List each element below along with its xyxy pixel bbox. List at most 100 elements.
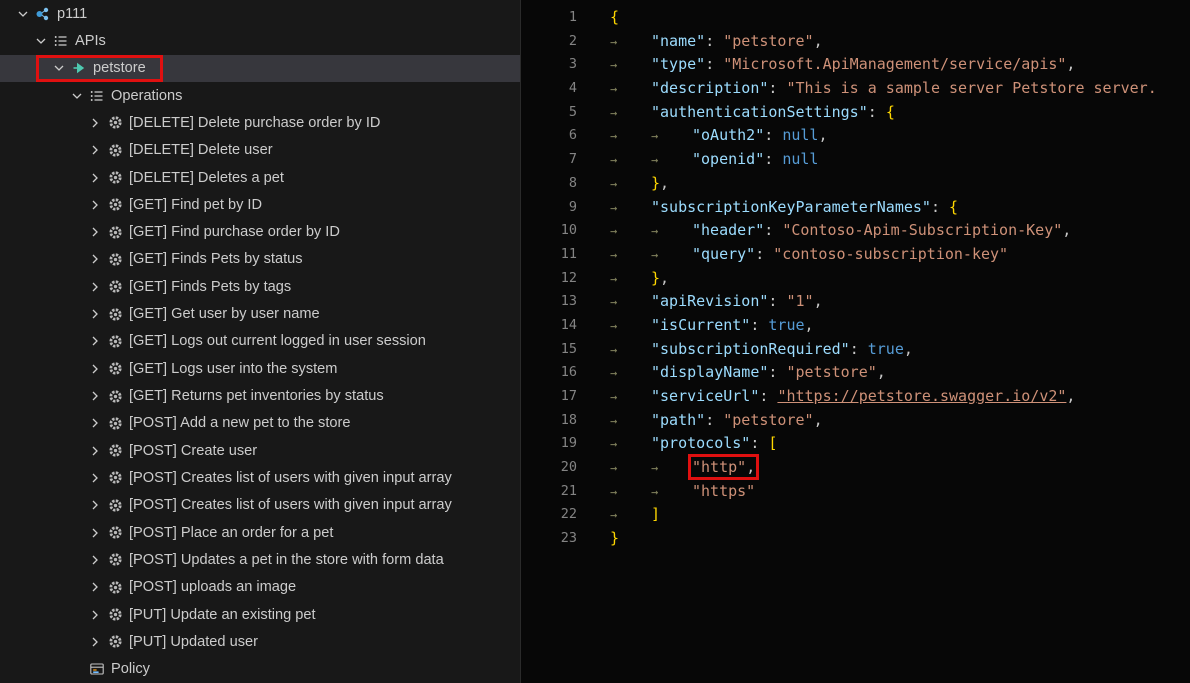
code-line-21[interactable]: 21→→"https" xyxy=(521,480,1190,504)
code-line-22[interactable]: 22→] xyxy=(521,503,1190,527)
tree-item-put-updated-user[interactable]: [PUT] Updated user xyxy=(0,628,520,655)
code-line-3[interactable]: 3→"type": "Microsoft.ApiManagement/servi… xyxy=(521,53,1190,77)
code-line-14[interactable]: 14→"isCurrent": true, xyxy=(521,314,1190,338)
service-url-link[interactable]: "https://petstore.swagger.io/v2" xyxy=(777,387,1066,405)
tree-item-label: petstore xyxy=(93,60,146,76)
chevron-right-icon[interactable] xyxy=(86,496,104,514)
code-line-13[interactable]: 13→"apiRevision": "1", xyxy=(521,290,1190,314)
tree-item-get-find-pet-by-id[interactable]: [GET] Find pet by ID xyxy=(0,191,520,218)
chevron-right-icon[interactable] xyxy=(86,141,104,159)
chevron-down-icon[interactable] xyxy=(14,5,32,23)
tree-item-delete-delete-user[interactable]: [DELETE] Delete user xyxy=(0,137,520,164)
tab-whitespace-icon: → xyxy=(610,197,651,221)
tree-item-operations[interactable]: Operations xyxy=(0,82,520,109)
line-number: 11 xyxy=(521,243,577,267)
code-line-8[interactable]: 8→}, xyxy=(521,172,1190,196)
tree-item-label: Operations xyxy=(111,88,182,104)
chevron-right-icon[interactable] xyxy=(86,278,104,296)
code-token: , xyxy=(814,411,823,429)
tree-item-label: [POST] Add a new pet to the store xyxy=(129,415,350,431)
tree-item-delete-delete-purchase-order-by-id[interactable]: [DELETE] Delete purchase order by ID xyxy=(0,109,520,136)
tree-item-apis[interactable]: APIs xyxy=(0,27,520,54)
chevron-right-icon[interactable] xyxy=(86,196,104,214)
code-line-16[interactable]: 16→"displayName": "petstore", xyxy=(521,361,1190,385)
chevron-down-icon[interactable] xyxy=(32,32,50,50)
tree-item-content: [POST] Creates list of users with given … xyxy=(86,492,452,519)
chevron-right-icon[interactable] xyxy=(86,387,104,405)
chevron-right-icon[interactable] xyxy=(86,305,104,323)
chevron-right-icon[interactable] xyxy=(86,414,104,432)
chevron-down-icon[interactable] xyxy=(68,87,86,105)
code-line-17[interactable]: 17→"serviceUrl": "https://petstore.swagg… xyxy=(521,385,1190,409)
code-line-12[interactable]: 12→}, xyxy=(521,267,1190,291)
code-line-7[interactable]: 7→→"openid": null xyxy=(521,148,1190,172)
chevron-right-icon[interactable] xyxy=(86,250,104,268)
code-token: , xyxy=(814,32,823,50)
code-line-18[interactable]: 18→"path": "petstore", xyxy=(521,409,1190,433)
tree-item-put-update-an-existing-pet[interactable]: [PUT] Update an existing pet xyxy=(0,601,520,628)
code-line-23[interactable]: 23} xyxy=(521,527,1190,551)
chevron-right-icon[interactable] xyxy=(86,114,104,132)
tree-item-policy[interactable]: Policy xyxy=(0,656,520,683)
tree-item-get-returns-pet-inventories-by-status[interactable]: [GET] Returns pet inventories by status xyxy=(0,382,520,409)
tree-item-post-create-user[interactable]: [POST] Create user xyxy=(0,437,520,464)
code-line-4[interactable]: 4→"description": "This is a sample serve… xyxy=(521,77,1190,101)
chevron-right-icon[interactable] xyxy=(86,551,104,569)
chevron-right-icon[interactable] xyxy=(86,169,104,187)
code-token: "query" xyxy=(692,245,755,263)
tree-item-post-add-a-new-pet-to-the-store[interactable]: [POST] Add a new pet to the store xyxy=(0,410,520,437)
tree-item-post-place-an-order-for-a-pet[interactable]: [POST] Place an order for a pet xyxy=(0,519,520,546)
chevron-right-icon[interactable] xyxy=(86,223,104,241)
list-icon xyxy=(88,87,106,105)
line-content: →}, xyxy=(577,267,669,291)
chevron-right-icon[interactable] xyxy=(86,360,104,378)
json-editor-pane[interactable]: 1{2→"name": "petstore",3→"type": "Micros… xyxy=(520,0,1190,683)
chevron-down-icon[interactable] xyxy=(50,59,68,77)
tab-whitespace-icon: → xyxy=(610,339,651,363)
tree-item-get-get-user-by-user-name[interactable]: [GET] Get user by user name xyxy=(0,300,520,327)
tree-item-post-updates-a-pet-in-the-store-with-form-data[interactable]: [POST] Updates a pet in the store with f… xyxy=(0,546,520,573)
code-token: null xyxy=(782,126,818,144)
code-line-2[interactable]: 2→"name": "petstore", xyxy=(521,30,1190,54)
chevron-right-icon[interactable] xyxy=(86,578,104,596)
code-line-10[interactable]: 10→→"header": "Contoso-Apim-Subscription… xyxy=(521,219,1190,243)
chevron-right-icon[interactable] xyxy=(86,633,104,651)
tree-item-content: Operations xyxy=(68,82,182,109)
tree-item-post-creates-list-of-users-with-given-input-array[interactable]: [POST] Creates list of users with given … xyxy=(0,464,520,491)
tree-item-petstore[interactable]: petstore xyxy=(0,55,520,82)
tab-whitespace-icon: → xyxy=(610,125,651,149)
code-line-5[interactable]: 5→"authenticationSettings": { xyxy=(521,101,1190,125)
policy-icon xyxy=(88,660,106,678)
tree-item-get-logs-out-current-logged-in-user-session[interactable]: [GET] Logs out current logged in user se… xyxy=(0,328,520,355)
chevron-right-icon[interactable] xyxy=(86,469,104,487)
tree-item-label: [GET] Finds Pets by tags xyxy=(129,279,291,295)
code-line-19[interactable]: 19→"protocols": [ xyxy=(521,432,1190,456)
code-line-20[interactable]: 20→→"http", xyxy=(521,456,1190,480)
gear-icon xyxy=(106,606,124,624)
line-content: →→"oAuth2": null, xyxy=(577,124,827,148)
chevron-right-icon[interactable] xyxy=(86,332,104,350)
tree-item-get-find-purchase-order-by-id[interactable]: [GET] Find purchase order by ID xyxy=(0,219,520,246)
code-line-1[interactable]: 1{ xyxy=(521,6,1190,30)
tree-item-label: Policy xyxy=(111,661,150,677)
code-line-11[interactable]: 11→→"query": "contoso-subscription-key" xyxy=(521,243,1190,267)
code-line-15[interactable]: 15→"subscriptionRequired": true, xyxy=(521,338,1190,362)
tree-item-get-finds-pets-by-status[interactable]: [GET] Finds Pets by status xyxy=(0,246,520,273)
tree-item-post-creates-list-of-users-with-given-input-array[interactable]: [POST] Creates list of users with given … xyxy=(0,492,520,519)
code-line-9[interactable]: 9→"subscriptionKeyParameterNames": { xyxy=(521,196,1190,220)
tree-item-p111[interactable]: p111 xyxy=(0,0,520,27)
tree-item-post-uploads-an-image[interactable]: [POST] uploads an image xyxy=(0,574,520,601)
tree-item-get-finds-pets-by-tags[interactable]: [GET] Finds Pets by tags xyxy=(0,273,520,300)
code-line-6[interactable]: 6→→"oAuth2": null, xyxy=(521,124,1190,148)
line-content: →}, xyxy=(577,172,669,196)
chevron-right-icon[interactable] xyxy=(86,606,104,624)
tree-item-get-logs-user-into-the-system[interactable]: [GET] Logs user into the system xyxy=(0,355,520,382)
tree-item-label: [GET] Logs out current logged in user se… xyxy=(129,333,426,349)
tree-item-delete-deletes-a-pet[interactable]: [DELETE] Deletes a pet xyxy=(0,164,520,191)
gear-icon xyxy=(106,442,124,460)
code-token: : xyxy=(868,103,886,121)
code-token: "apiRevision" xyxy=(651,292,768,310)
chevron-right-icon[interactable] xyxy=(86,442,104,460)
code-token: , xyxy=(660,269,669,287)
chevron-right-icon[interactable] xyxy=(86,524,104,542)
